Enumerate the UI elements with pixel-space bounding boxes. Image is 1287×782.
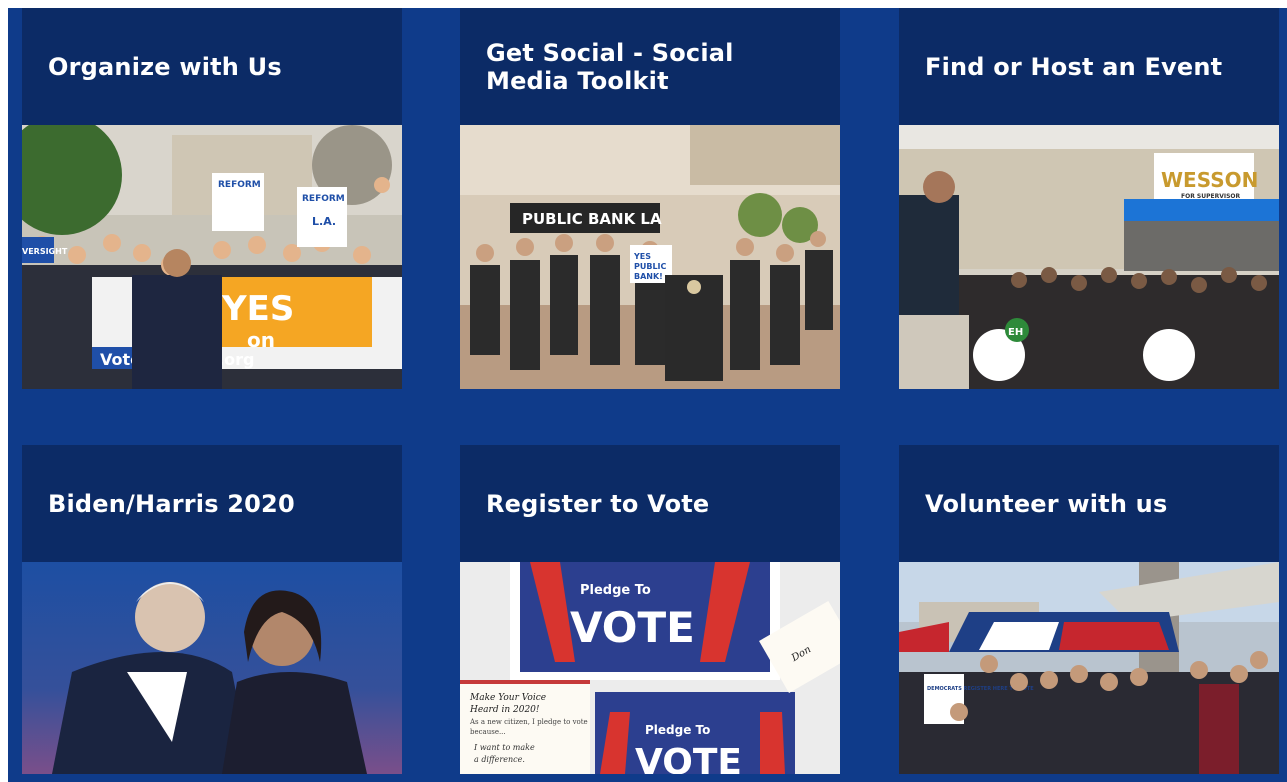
card-header: Register to Vote bbox=[460, 445, 840, 562]
svg-text:I want to make: I want to make bbox=[473, 743, 535, 752]
card-header: Find or Host an Event bbox=[899, 8, 1279, 125]
card-title: Organize with Us bbox=[48, 52, 282, 81]
svg-text:As a new citizen, I pledge to: As a new citizen, I pledge to vote bbox=[469, 718, 588, 726]
svg-text:WESSON: WESSON bbox=[1161, 168, 1258, 192]
svg-text:VOTE: VOTE bbox=[635, 742, 742, 774]
card-social-media-toolkit[interactable]: Get Social - Social Media Toolkit PUBLIC… bbox=[460, 8, 840, 389]
card-find-or-host-event[interactable]: Find or Host an Event WESSON FOR SUPERVI… bbox=[899, 8, 1279, 389]
card-title: Get Social - Social Media Toolkit bbox=[486, 39, 734, 95]
card-volunteer-with-us[interactable]: Volunteer with us DEMOCRATS REGISTER HER… bbox=[899, 445, 1279, 774]
svg-text:L.A.: L.A. bbox=[312, 215, 336, 228]
svg-text:PUBLIC BANK LA: PUBLIC BANK LA bbox=[522, 210, 662, 228]
card-biden-harris-2020[interactable]: Biden/Harris 2020 bbox=[22, 445, 402, 774]
biden-harris-photo bbox=[22, 562, 402, 774]
svg-text:Pledge To: Pledge To bbox=[580, 583, 651, 598]
organize-photo: REFORM REFORM L.A. VERSIGHT YES on Vote … bbox=[22, 125, 402, 389]
event-photo: WESSON FOR SUPERVISOR EH bbox=[899, 125, 1279, 389]
svg-text:PUBLIC: PUBLIC bbox=[634, 262, 667, 271]
svg-text:a difference.: a difference. bbox=[474, 755, 525, 764]
card-header: Get Social - Social Media Toolkit bbox=[460, 8, 840, 125]
card-title: Find or Host an Event bbox=[925, 52, 1223, 81]
svg-text:because...: because... bbox=[470, 728, 506, 736]
svg-text:Pledge To: Pledge To bbox=[645, 723, 710, 737]
svg-text:Heard in 2020!: Heard in 2020! bbox=[469, 705, 540, 715]
card-title: Volunteer with us bbox=[925, 489, 1168, 518]
resource-grid: Organize with Us REFORM REFORM L.A. VERS… bbox=[8, 8, 1287, 782]
card-title: Biden/Harris 2020 bbox=[48, 489, 295, 518]
svg-text:.org: .org bbox=[218, 350, 254, 369]
svg-text:REFORM: REFORM bbox=[218, 180, 261, 190]
card-register-to-vote[interactable]: Register to Vote Pledge To VOTE Make You… bbox=[460, 445, 840, 774]
card-header: Biden/Harris 2020 bbox=[22, 445, 402, 562]
pledge-to-vote-photo: Pledge To VOTE Make Your Voice Heard in … bbox=[460, 562, 840, 774]
card-organize-with-us[interactable]: Organize with Us REFORM REFORM L.A. VERS… bbox=[22, 8, 402, 389]
svg-text:EH: EH bbox=[1008, 327, 1023, 338]
svg-text:VERSIGHT: VERSIGHT bbox=[22, 247, 68, 256]
svg-text:on: on bbox=[247, 328, 275, 352]
svg-text:Make Your Voice: Make Your Voice bbox=[469, 693, 546, 703]
social-photo: PUBLIC BANK LA YES PUBLIC BANK! bbox=[460, 125, 840, 389]
card-title-line-1: Get Social - Social bbox=[486, 38, 734, 67]
card-header: Volunteer with us bbox=[899, 445, 1279, 562]
svg-text:YES: YES bbox=[633, 252, 651, 261]
svg-text:VOTE: VOTE bbox=[570, 603, 695, 652]
svg-text:BANK!: BANK! bbox=[634, 272, 663, 281]
card-title: Register to Vote bbox=[486, 489, 710, 518]
svg-text:REFORM: REFORM bbox=[302, 194, 345, 204]
card-header: Organize with Us bbox=[22, 8, 402, 125]
volunteer-photo: DEMOCRATS REGISTER HERE TO VOTE bbox=[899, 562, 1279, 774]
card-title-line-2: Media Toolkit bbox=[486, 66, 669, 95]
svg-text:FOR SUPERVISOR: FOR SUPERVISOR bbox=[1181, 193, 1241, 200]
svg-text:YES: YES bbox=[221, 289, 294, 329]
